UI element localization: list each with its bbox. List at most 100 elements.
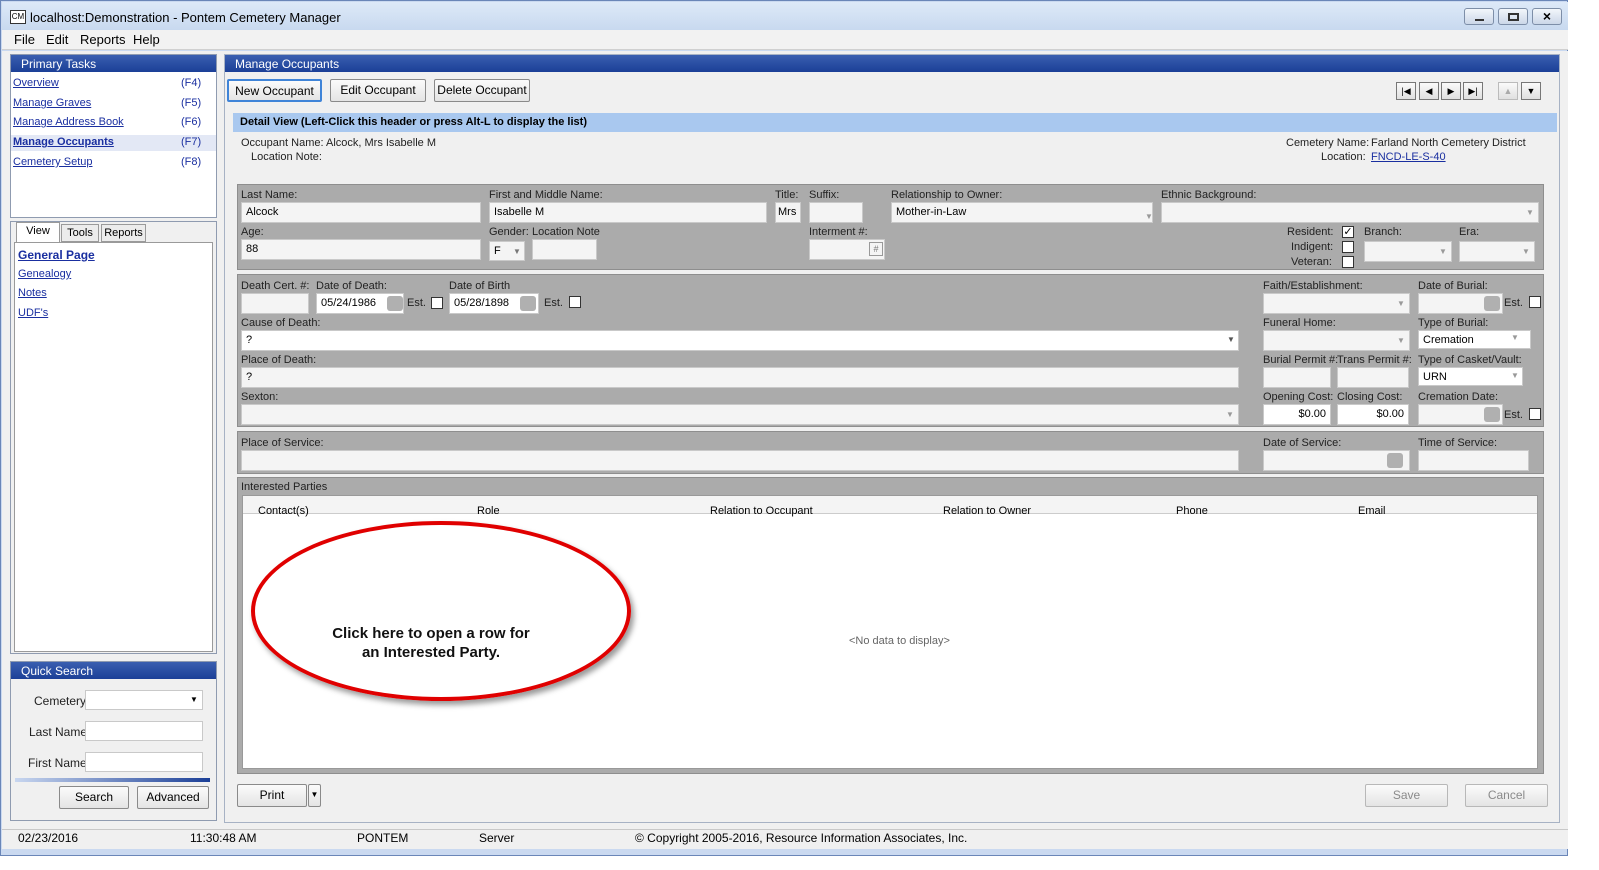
task-overview[interactable]: Overview (13, 77, 59, 89)
chevron-down-icon: ▼ (513, 247, 521, 256)
menu-file[interactable]: File (14, 32, 35, 47)
sexton-select[interactable]: ▼ (241, 404, 1239, 425)
location-note-label: Location Note: (251, 151, 322, 163)
place-of-service-field[interactable] (241, 450, 1239, 471)
minimize-icon[interactable] (1464, 8, 1494, 25)
indigent-checkbox[interactable] (1342, 241, 1354, 253)
suffix-field[interactable] (809, 202, 863, 223)
detail-view-header[interactable]: Detail View (Left-Click this header or p… (233, 113, 1557, 132)
veteran-checkbox[interactable] (1342, 256, 1354, 268)
relationship-select[interactable]: Mother-in-Law (891, 202, 1153, 223)
resident-checkbox[interactable]: ✓ (1342, 226, 1354, 238)
calendar-icon[interactable] (1484, 296, 1500, 311)
status-time: 11:30:48 AM (190, 831, 257, 845)
window-title: localhost:Demonstration - Pontem Cemeter… (30, 10, 341, 25)
faith-select[interactable]: ▼ (1263, 293, 1410, 314)
column-phone[interactable]: Phone (1176, 505, 1208, 517)
column-role[interactable]: Role (477, 505, 500, 517)
dod-estimated-checkbox[interactable] (431, 297, 443, 309)
burial-estimated-checkbox[interactable] (1529, 296, 1541, 308)
move-down-icon[interactable]: ▼ (1521, 82, 1541, 100)
funeral-home-select[interactable]: ▼ (1263, 330, 1410, 351)
save-button[interactable]: Save (1365, 784, 1448, 807)
primary-tasks-title: Primary Tasks (11, 55, 216, 72)
opening-cost-field[interactable]: $0.00 (1263, 404, 1331, 425)
calendar-icon[interactable] (1484, 407, 1500, 422)
casket-select[interactable]: URN (1418, 367, 1523, 386)
cremation-estimated-checkbox[interactable] (1529, 408, 1541, 420)
next-record-icon[interactable]: ▶ (1441, 82, 1461, 100)
era-select[interactable]: ▼ (1459, 241, 1535, 262)
tab-view[interactable]: View (16, 222, 60, 242)
maximize-icon[interactable] (1498, 8, 1528, 25)
branch-select[interactable]: ▼ (1364, 241, 1452, 262)
title-bar[interactable]: CM localhost:Demonstration - Pontem Ceme… (2, 2, 1568, 30)
tab-reports[interactable]: Reports (101, 224, 146, 242)
dob-estimated-checkbox[interactable] (569, 296, 581, 308)
task-manage-graves[interactable]: Manage Graves (13, 97, 91, 109)
cemetery-select[interactable]: ▼ (85, 690, 203, 710)
trans-permit-field[interactable] (1337, 367, 1409, 388)
edit-occupant-button[interactable]: Edit Occupant (330, 79, 426, 102)
link-notes[interactable]: Notes (18, 287, 47, 299)
calendar-icon[interactable] (520, 296, 536, 311)
interment-field[interactable]: # (809, 239, 885, 260)
chevron-down-icon: ▼ (1511, 371, 1519, 380)
first-middle-name-field[interactable]: Isabelle M (489, 202, 767, 223)
status-user: PONTEM (357, 831, 409, 845)
menu-help[interactable]: Help (133, 32, 160, 47)
burial-permit-field[interactable] (1263, 367, 1331, 388)
column-email[interactable]: Email (1358, 505, 1386, 517)
death-cert-field[interactable] (241, 293, 309, 314)
calendar-icon[interactable] (1387, 453, 1403, 468)
new-occupant-button[interactable]: New Occupant (227, 79, 322, 102)
location-note-field[interactable] (532, 239, 597, 260)
callout-ellipse (251, 521, 631, 701)
status-copyright: © Copyright 2005-2016, Resource Informat… (635, 831, 968, 845)
column-contacts[interactable]: Contact(s) (258, 505, 309, 517)
location-link[interactable]: FNCD-LE-S-40 (1371, 151, 1446, 163)
age-field[interactable]: 88 (241, 239, 481, 260)
last-name-search-input[interactable] (85, 721, 203, 741)
no-data-message: <No data to display> (849, 635, 950, 647)
link-general-page[interactable]: General Page (18, 248, 95, 262)
occupant-name: Occupant Name: Alcock, Mrs Isabelle M (241, 137, 437, 149)
primary-tasks-panel: Primary Tasks Overview (F4) Manage Grave… (10, 54, 217, 218)
status-date: 02/23/2016 (18, 831, 79, 845)
task-manage-occupants[interactable]: Manage Occupants (13, 136, 114, 148)
print-button[interactable]: Print (237, 784, 307, 807)
cause-of-death-select[interactable]: ? (241, 330, 1239, 351)
quick-search-title: Quick Search (11, 662, 216, 679)
column-relation-occupant[interactable]: Relation to Occupant (710, 505, 813, 517)
ethnic-background-select[interactable]: ▼ (1161, 202, 1539, 223)
last-name-field[interactable]: Alcock (241, 202, 481, 223)
menu-edit[interactable]: Edit (46, 32, 68, 47)
calendar-icon[interactable] (387, 296, 403, 311)
hash-icon[interactable]: # (869, 242, 883, 256)
status-mode: Server (479, 831, 515, 845)
link-udfs[interactable]: UDF's (18, 307, 48, 319)
personal-info-section: Last Name: Alcock First and Middle Name:… (237, 184, 1544, 270)
task-cemetery-setup[interactable]: Cemetery Setup (13, 156, 92, 168)
advanced-search-button[interactable]: Advanced (137, 786, 209, 809)
cancel-button[interactable]: Cancel (1465, 784, 1548, 807)
close-icon[interactable]: × (1532, 8, 1562, 25)
tab-tools[interactable]: Tools (61, 224, 99, 242)
chevron-down-icon: ▼ (190, 695, 198, 704)
last-record-icon[interactable]: ▶| (1463, 82, 1483, 100)
print-dropdown-icon[interactable]: ▼ (308, 784, 321, 807)
menu-reports[interactable]: Reports (80, 32, 126, 47)
move-up-icon[interactable]: ▲ (1498, 82, 1518, 100)
time-of-service-field[interactable] (1418, 450, 1529, 471)
first-name-search-input[interactable] (85, 752, 203, 772)
search-button[interactable]: Search (59, 786, 129, 809)
previous-record-icon[interactable]: ◀ (1419, 82, 1439, 100)
title-field[interactable]: Mrs (775, 202, 801, 223)
closing-cost-field[interactable]: $0.00 (1337, 404, 1409, 425)
first-record-icon[interactable]: |◀ (1396, 82, 1416, 100)
delete-occupant-button[interactable]: Delete Occupant (434, 79, 530, 102)
task-manage-address-book[interactable]: Manage Address Book (13, 116, 124, 128)
column-relation-owner[interactable]: Relation to Owner (943, 505, 1031, 517)
link-genealogy[interactable]: Genealogy (18, 268, 71, 280)
place-of-death-field[interactable]: ? (241, 367, 1239, 388)
